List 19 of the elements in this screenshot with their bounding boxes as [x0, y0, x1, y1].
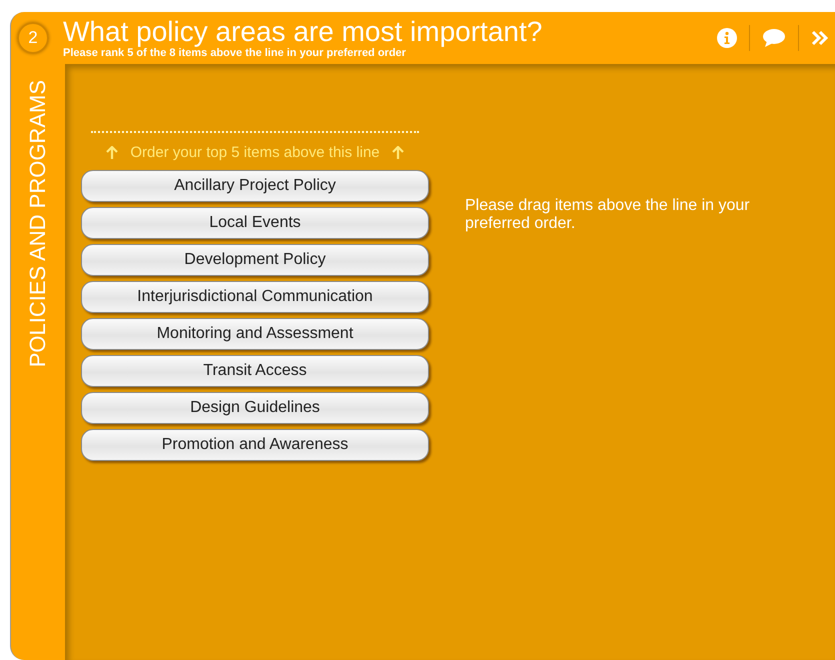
question-number: 2	[17, 22, 49, 54]
rank-item[interactable]: Promotion and Awareness	[81, 429, 429, 461]
up-arrow-icon	[392, 146, 404, 159]
rank-item[interactable]: Local Events	[81, 207, 429, 239]
rank-item[interactable]: Development Policy	[81, 244, 429, 276]
rank-item[interactable]: Interjurisdictional Communication	[81, 281, 429, 313]
rank-item[interactable]: Transit Access	[81, 355, 429, 387]
rank-item[interactable]: Monitoring and Assessment	[81, 318, 429, 350]
line-label: Order your top 5 items above this line	[130, 144, 380, 161]
rank-item[interactable]: Ancillary Project Policy	[81, 170, 429, 202]
double-chevron-icon[interactable]	[811, 30, 829, 46]
comment-icon[interactable]	[762, 28, 786, 48]
question-subtitle: Please rank 5 of the 8 items above the line in your preferred order	[63, 47, 407, 59]
section-label: POLICIES AND PROGRAMS	[25, 80, 51, 368]
rank-item[interactable]: Design Guidelines	[81, 392, 429, 424]
instruction-text: Please drag items above the line in your preferred order.	[465, 197, 751, 234]
info-icon[interactable]	[717, 28, 737, 48]
up-arrow-icon	[106, 146, 118, 159]
question-title: What policy areas are most important?	[63, 17, 544, 47]
